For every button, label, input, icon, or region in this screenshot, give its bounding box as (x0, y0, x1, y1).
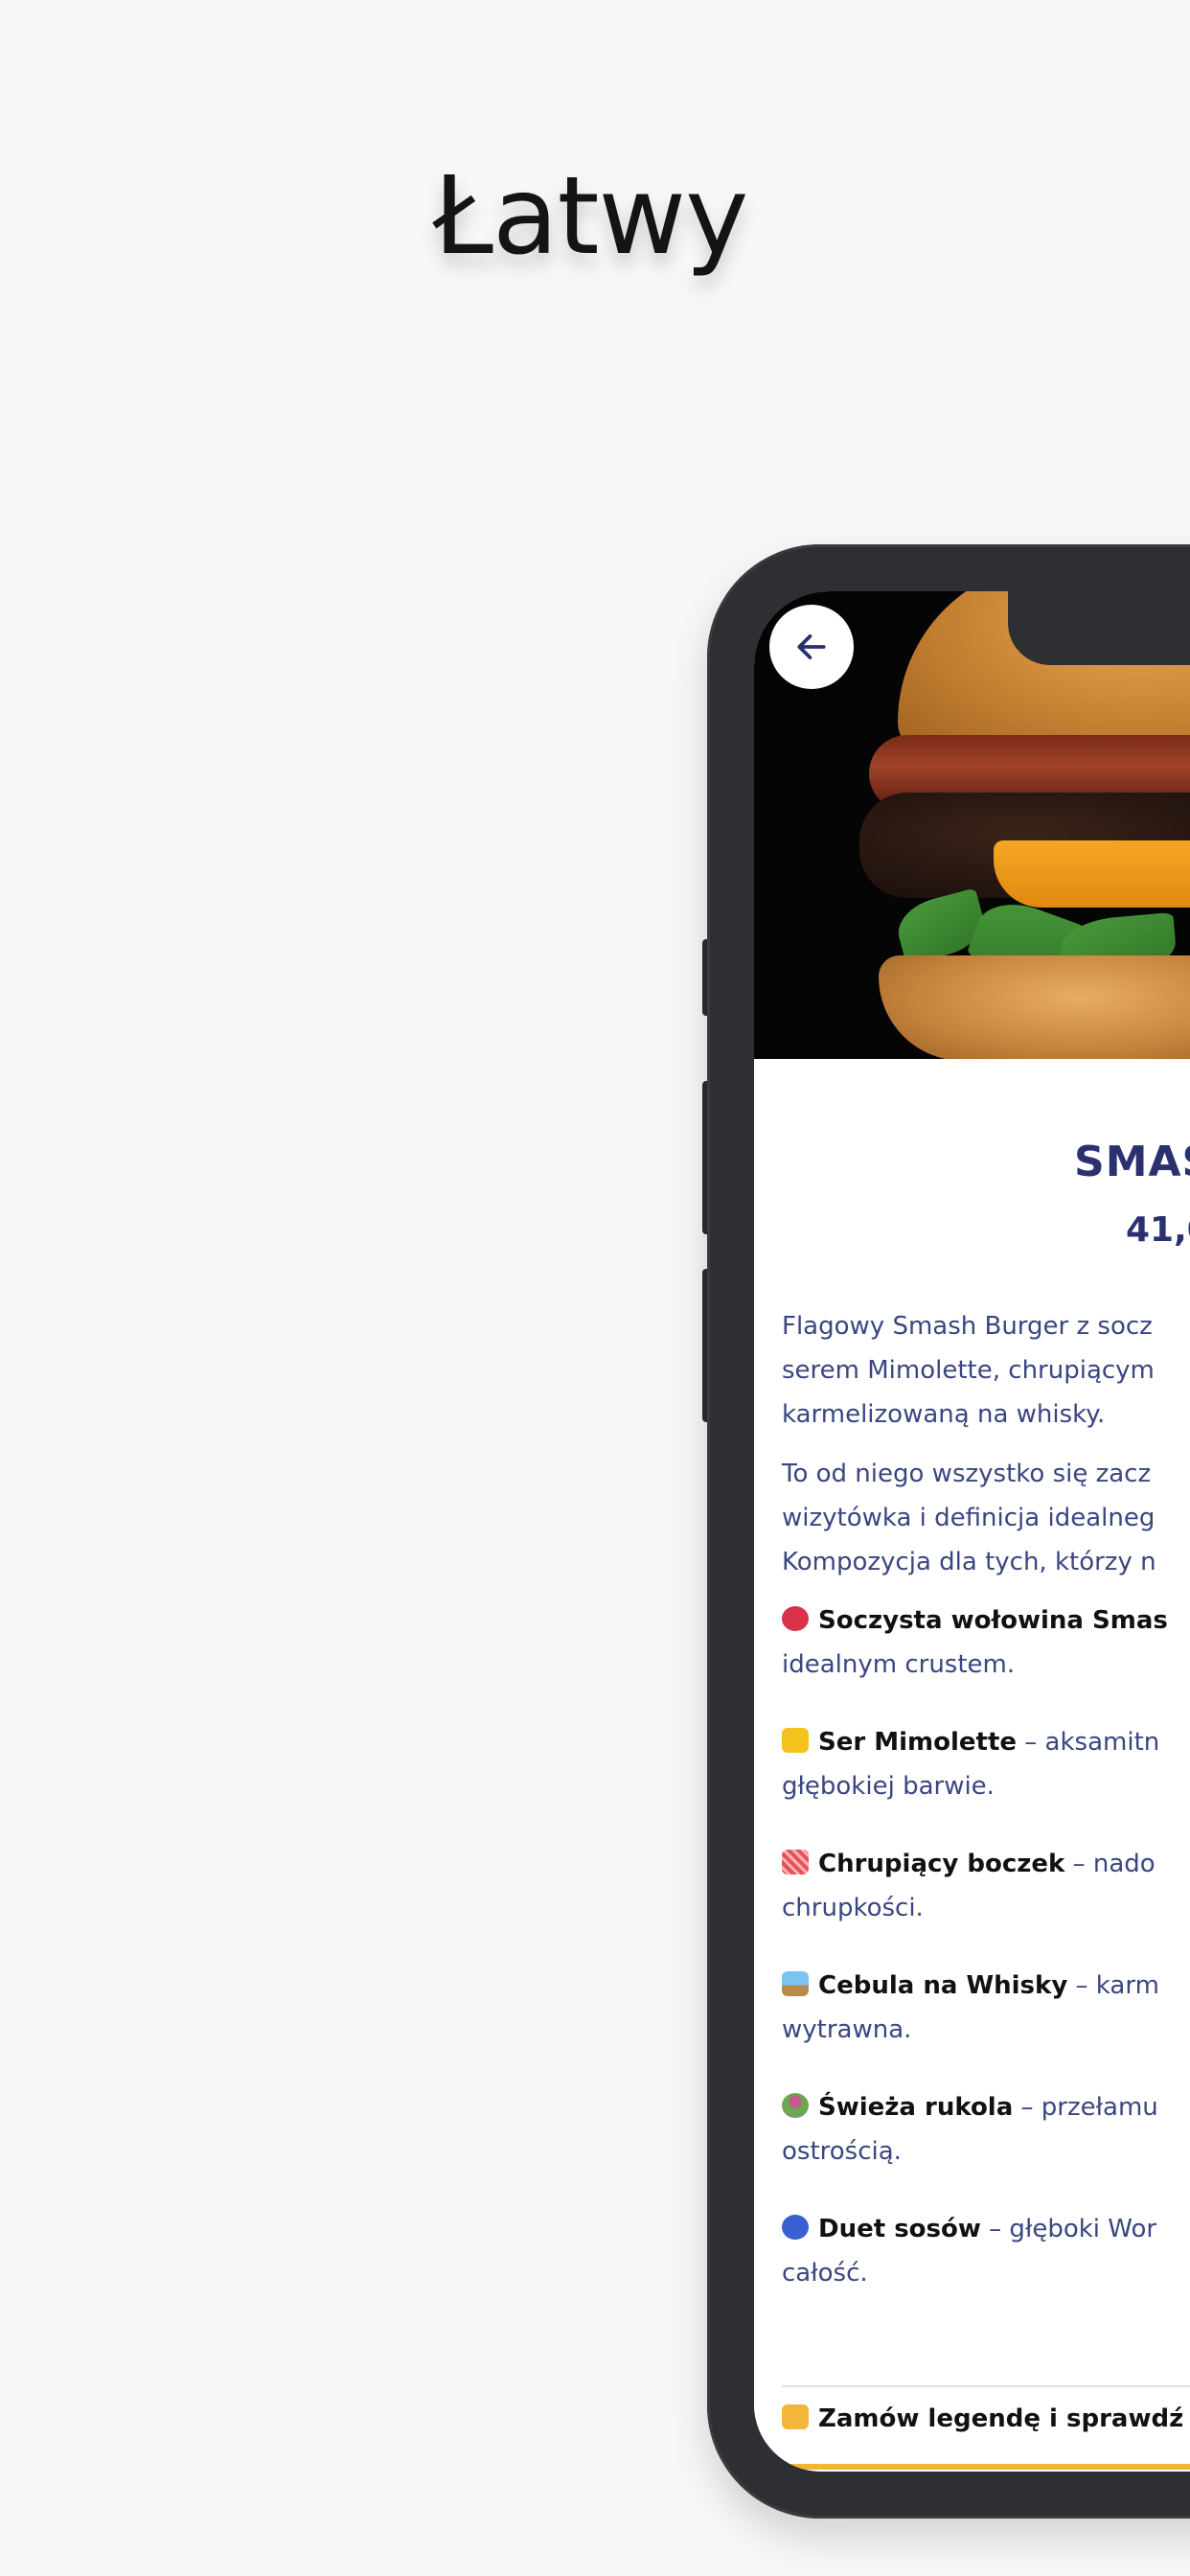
feature-item: Soczysta wołowina Smas idealnym crustem. (782, 1606, 1168, 1679)
pointing-hand-icon (782, 2404, 809, 2429)
feature-item: Świeża rukola – przełamu ostrością. (782, 2093, 1158, 2166)
description-paragraph-2: To od niego wszystko się zacz wizytówka … (782, 1452, 1190, 1584)
divider (782, 2385, 1190, 2387)
arrow-left-icon (797, 634, 826, 659)
description-line: To od niego wszystko się zacz (782, 1460, 1152, 1488)
order-cta[interactable]: Zamów legendę i sprawdź (782, 2404, 1183, 2433)
onion-icon (782, 1971, 809, 1996)
product-title: SMAS (1074, 1138, 1190, 1186)
cheese-icon (782, 1728, 809, 1753)
salad-icon (782, 2093, 809, 2118)
meat-icon (782, 1606, 809, 1631)
description-line: Kompozycja dla tych, którzy n (782, 1548, 1156, 1576)
feature-item: Chrupiący boczek – nado chrupkości. (782, 1850, 1156, 1922)
feature-item: Cebula na Whisky – karm wytrawna. (782, 1971, 1159, 2044)
feature-item: Ser Mimolette – aksamitn głębokiej barwi… (782, 1728, 1160, 1801)
phone-notch (1008, 586, 1190, 665)
back-button[interactable] (769, 605, 854, 689)
description-line: karmelizowaną na whisky. (782, 1400, 1106, 1429)
bacon-icon (782, 1850, 809, 1874)
phone-screen: SMAS 41,0 Flagowy Smash Burger z socz se… (754, 591, 1190, 2472)
description-paragraph: Flagowy Smash Burger z socz serem Mimole… (782, 1304, 1190, 1437)
description-line: Flagowy Smash Burger z socz (782, 1312, 1153, 1341)
headline: Łatwy (433, 154, 748, 279)
sauce-icon (782, 2215, 809, 2240)
bottom-accent-bar (754, 2464, 1190, 2470)
feature-item: Duet sosów – głęboki Wor całość. (782, 2215, 1157, 2288)
description-line: serem Mimolette, chrupiącym (782, 1356, 1155, 1385)
description-line: wizytówka i definicja idealneg (782, 1504, 1156, 1532)
product-details: SMAS 41,0 Flagowy Smash Burger z socz se… (754, 1059, 1190, 2472)
page: Łatwy SMAS 41,0 Flagowy Smash Burger z s… (0, 0, 1190, 2576)
product-price: 41,0 (1126, 1210, 1190, 1250)
